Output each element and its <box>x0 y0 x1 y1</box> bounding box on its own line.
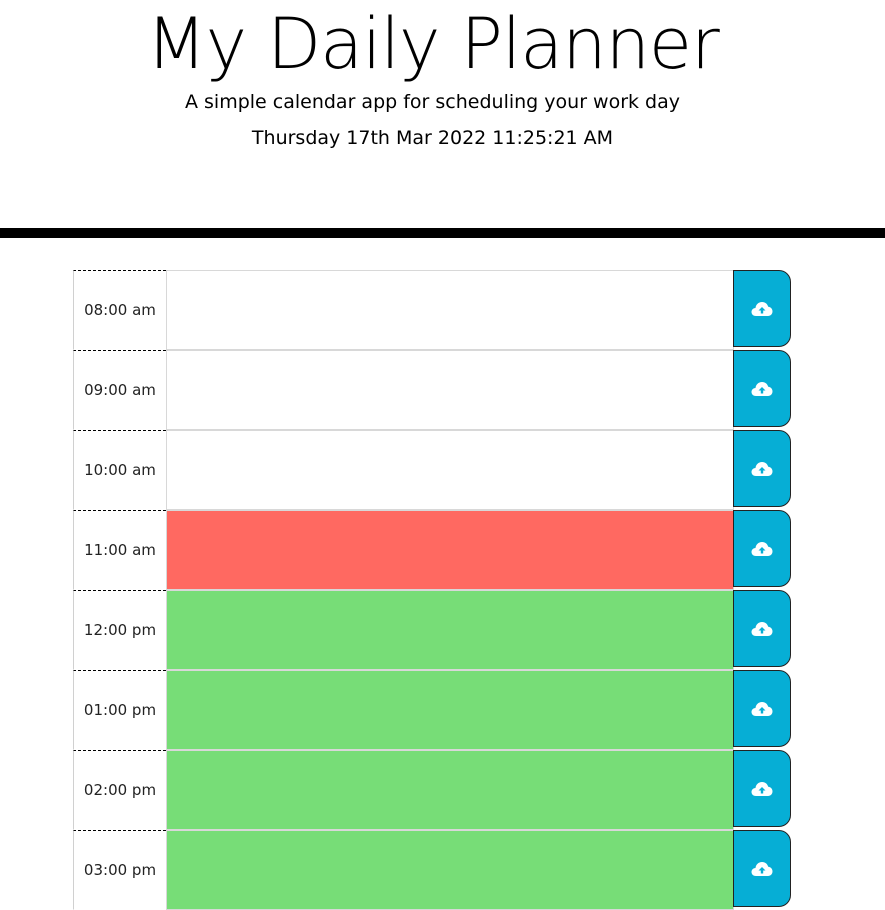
page-title: My Daily Planner <box>146 3 720 85</box>
cloud-upload-icon <box>751 381 773 397</box>
hour-label: 03:00 pm <box>73 830 166 910</box>
hour-label: 01:00 pm <box>73 670 166 750</box>
cloud-upload-icon <box>751 861 773 877</box>
time-block: 12:00 pm <box>73 590 793 670</box>
cloud-upload-icon <box>751 781 773 797</box>
current-day: Thursday 17th Mar 2022 11:25:21 AM <box>251 127 614 149</box>
hour-label: 09:00 am <box>73 350 166 430</box>
description-input[interactable] <box>166 510 734 590</box>
time-block: 08:00 am <box>73 270 793 350</box>
time-block: 09:00 am <box>73 350 793 430</box>
cloud-upload-icon <box>751 701 773 717</box>
description-input[interactable] <box>166 670 734 750</box>
time-block: 10:00 am <box>73 430 793 510</box>
save-button[interactable] <box>733 270 791 347</box>
time-block: 01:00 pm <box>73 670 793 750</box>
cloud-upload-icon <box>751 301 773 317</box>
hour-label: 02:00 pm <box>73 750 166 830</box>
time-block: 02:00 pm <box>73 750 793 830</box>
save-button[interactable] <box>733 430 791 507</box>
cloud-upload-icon <box>751 621 773 637</box>
cloud-upload-icon <box>751 461 773 477</box>
description-input[interactable] <box>166 750 734 830</box>
time-block: 11:00 am <box>73 510 793 590</box>
description-input[interactable] <box>166 590 734 670</box>
cloud-upload-icon <box>751 541 773 557</box>
description-input[interactable] <box>166 830 734 910</box>
save-button[interactable] <box>733 670 791 747</box>
hour-label: 12:00 pm <box>73 590 166 670</box>
page-subtitle: A simple calendar app for scheduling you… <box>184 91 681 113</box>
description-input[interactable] <box>166 350 734 430</box>
save-button[interactable] <box>733 750 791 827</box>
description-input[interactable] <box>166 430 734 510</box>
save-button[interactable] <box>733 350 791 427</box>
save-button[interactable] <box>733 830 791 907</box>
save-button[interactable] <box>733 510 791 587</box>
hour-label: 08:00 am <box>73 270 166 350</box>
jumbotron-header: My Daily Planner A simple calendar app f… <box>0 0 885 228</box>
planner-container: 08:00 am 09:00 am 10:00 am 11:00 am 12:0… <box>73 270 793 910</box>
hour-label: 11:00 am <box>73 510 166 590</box>
description-input[interactable] <box>166 270 734 350</box>
hour-label: 10:00 am <box>73 430 166 510</box>
time-block: 03:00 pm <box>73 830 793 910</box>
header-divider <box>0 228 885 238</box>
save-button[interactable] <box>733 590 791 667</box>
